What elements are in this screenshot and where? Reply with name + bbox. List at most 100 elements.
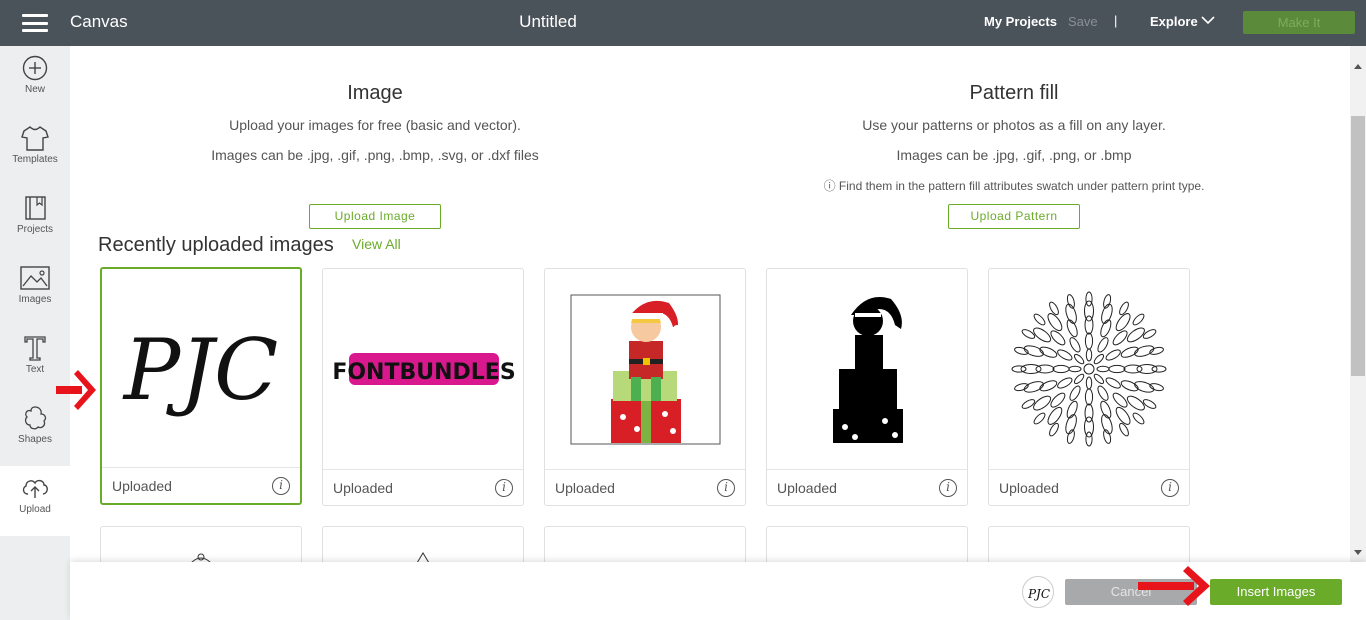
card-label: Uploaded bbox=[999, 480, 1059, 496]
upload-pattern-button[interactable]: Upload Pattern bbox=[948, 204, 1080, 229]
mandala-petal bbox=[1050, 330, 1066, 346]
scroll-thumb[interactable] bbox=[1351, 116, 1365, 376]
recent-uploads-title: Recently uploaded images bbox=[98, 234, 334, 256]
mandala-petal bbox=[1093, 373, 1105, 385]
mandala-petal bbox=[1052, 364, 1070, 374]
image-section-title: Image bbox=[347, 82, 403, 104]
mandala-petal bbox=[1066, 429, 1075, 444]
mandala-thumbnail bbox=[989, 269, 1189, 469]
sidebar-item-templates[interactable]: Templates bbox=[0, 116, 70, 186]
mandala-petal bbox=[1065, 414, 1077, 435]
save-button[interactable]: Save bbox=[1068, 14, 1098, 29]
mandala-petal bbox=[1066, 319, 1078, 338]
info-icon[interactable]: i bbox=[939, 479, 957, 497]
chevron-down-icon[interactable] bbox=[1200, 12, 1216, 28]
uploaded-image-card[interactable] bbox=[544, 526, 746, 562]
uploaded-image-card[interactable] bbox=[766, 526, 968, 562]
uploaded-image-card[interactable]: FONTBUNDLES Uploaded i bbox=[322, 268, 524, 506]
image-section-line1: Upload your images for free (basic and v… bbox=[229, 117, 521, 133]
preview-text: PJC bbox=[1027, 587, 1050, 601]
explore-menu[interactable]: Explore bbox=[1150, 14, 1198, 29]
card-footer: Uploaded i bbox=[545, 469, 745, 505]
sidebar-item-new[interactable]: New bbox=[0, 46, 70, 116]
mandala-petal bbox=[1084, 416, 1094, 438]
mandala-petal bbox=[1112, 330, 1128, 346]
info-icon[interactable]: i bbox=[272, 477, 290, 495]
mandala-petal bbox=[1033, 412, 1046, 425]
mandala-petal bbox=[1108, 364, 1126, 374]
mandala-petal bbox=[1101, 303, 1113, 324]
mandala-petal bbox=[1069, 385, 1081, 401]
card-footer: Uploaded i bbox=[323, 469, 523, 505]
mandala-petal bbox=[1084, 300, 1094, 322]
plus-circle-icon bbox=[22, 55, 48, 81]
sidebar-item-label: Templates bbox=[12, 154, 58, 165]
scroll-down-arrow-icon[interactable] bbox=[1354, 550, 1362, 555]
sidebar: New Templates Projects Images Text Shape… bbox=[0, 46, 70, 620]
vertical-scrollbar[interactable] bbox=[1350, 46, 1366, 562]
mandala-petal bbox=[1057, 377, 1073, 389]
mandala-petal bbox=[1014, 346, 1029, 355]
view-all-link[interactable]: View All bbox=[352, 236, 401, 252]
mandala-petal bbox=[1134, 381, 1155, 393]
mandala-petal bbox=[1105, 377, 1121, 389]
info-icon[interactable]: i bbox=[495, 479, 513, 497]
mandala-petal bbox=[1023, 381, 1044, 393]
sidebar-item-label: Images bbox=[18, 294, 52, 305]
elf-color-thumbnail bbox=[545, 269, 745, 469]
uploaded-image-card[interactable]: Uploaded i bbox=[988, 268, 1190, 506]
sidebar-item-label: Upload bbox=[19, 504, 51, 515]
mandala-petal bbox=[1132, 412, 1145, 425]
selected-image-preview: PJC bbox=[1022, 576, 1054, 608]
scroll-up-arrow-icon[interactable] bbox=[1354, 64, 1362, 69]
sidebar-item-upload[interactable]: Upload bbox=[0, 466, 70, 536]
card-label: Uploaded bbox=[333, 480, 393, 496]
sidebar-item-images[interactable]: Images bbox=[0, 256, 70, 326]
mandala-petal bbox=[1093, 353, 1105, 365]
uploaded-image-card[interactable]: Uploaded i bbox=[766, 268, 968, 506]
mandala-petal bbox=[1039, 346, 1058, 358]
card-label: Uploaded bbox=[112, 478, 172, 494]
pattern-section-line1: Use your patterns or photos as a fill on… bbox=[862, 117, 1166, 133]
mandala-petal bbox=[1011, 365, 1027, 373]
mandala-petal bbox=[1120, 346, 1139, 358]
elf-silhouette-thumbnail bbox=[767, 269, 967, 469]
mandala-center bbox=[1083, 363, 1095, 375]
mandala-petal bbox=[1097, 385, 1109, 401]
mandala-petal bbox=[1101, 414, 1113, 435]
sidebar-item-label: New bbox=[24, 84, 45, 95]
mandala-petal bbox=[1084, 332, 1094, 350]
document-title[interactable]: Untitled bbox=[0, 12, 1096, 32]
separator: | bbox=[1114, 13, 1118, 28]
mandala-petal bbox=[1033, 313, 1046, 326]
mandala-petal bbox=[1014, 383, 1029, 392]
info-icon[interactable]: i bbox=[717, 479, 735, 497]
uploaded-image-card[interactable] bbox=[988, 526, 1190, 562]
my-projects-link[interactable]: My Projects bbox=[984, 14, 1057, 29]
mandala-petal bbox=[1120, 380, 1139, 392]
info-icon[interactable]: i bbox=[1161, 479, 1179, 497]
uploaded-image-card[interactable]: PJC Uploaded i bbox=[100, 267, 302, 505]
pattern-section-line2: Images can be .jpg, .gif, .png, or .bmp bbox=[896, 147, 1132, 163]
mandala-petal bbox=[1151, 365, 1167, 373]
sidebar-item-projects[interactable]: Projects bbox=[0, 186, 70, 256]
mandala-petal bbox=[1068, 365, 1082, 373]
mandala-petal bbox=[1057, 349, 1073, 361]
card-label: Uploaded bbox=[555, 480, 615, 496]
mandala-petal bbox=[1020, 364, 1042, 374]
image-section: Image Upload your images for free (basic… bbox=[140, 82, 610, 163]
top-bar: Canvas Untitled My Projects Save | Explo… bbox=[0, 0, 1366, 46]
pjc-monogram-thumbnail: PJC bbox=[102, 269, 300, 469]
upload-image-button[interactable]: Upload Image bbox=[309, 204, 441, 229]
upload-panel: Image Upload your images for free (basic… bbox=[70, 46, 1350, 562]
shapes-icon bbox=[24, 406, 47, 430]
make-it-button[interactable]: Make It bbox=[1243, 11, 1355, 34]
mandala-petal bbox=[1149, 346, 1164, 355]
card-footer: Uploaded i bbox=[102, 467, 300, 503]
insert-images-button[interactable]: Insert Images bbox=[1210, 579, 1342, 605]
text-t-icon bbox=[24, 336, 46, 361]
uploaded-image-card[interactable]: Uploaded i bbox=[544, 268, 746, 506]
uploaded-image-card[interactable] bbox=[100, 526, 302, 562]
uploaded-image-card[interactable] bbox=[322, 526, 524, 562]
pattern-section-title: Pattern fill bbox=[969, 82, 1059, 104]
